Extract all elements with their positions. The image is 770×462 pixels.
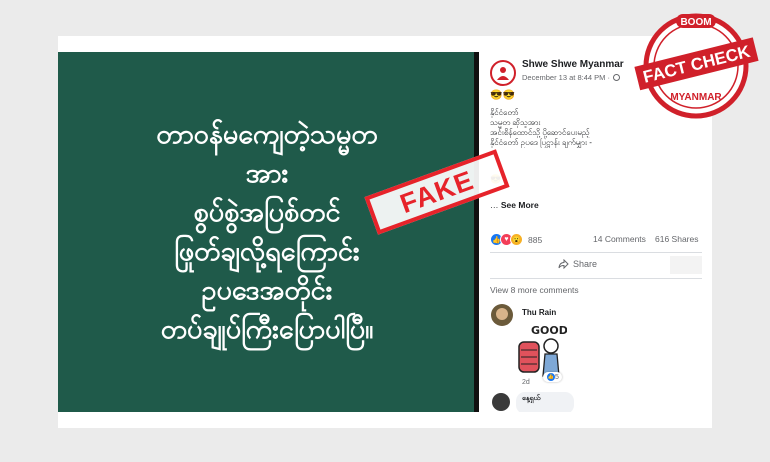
view-more-comments-link[interactable]: View 8 more comments [490,285,579,295]
post-date[interactable]: December 13 at 8:44 PM · [522,73,610,82]
commenter-avatar[interactable] [492,393,510,411]
see-more-link[interactable]: … See More [490,200,539,210]
share-button[interactable]: Share [558,259,597,269]
post-image-line-2: အား [245,158,289,189]
sticker-text: GOOD [531,324,567,337]
reaction-count: 885 [528,234,543,245]
avatar-face [496,308,508,320]
haha-reaction-icon: 😮 [510,233,523,246]
comments-count[interactable]: 14 Comments [593,234,646,244]
commenter-name[interactable]: Thu Rain [522,308,556,317]
post-image-line-1: တာဝန်မကျေတဲ့သမ္မတ [156,119,378,150]
globe-icon [612,74,620,81]
comment-bubble: နေ့ရှယ် [516,392,574,412]
post-image-line-4: ဖြုတ်ချလို့ရကြောင်း [174,236,360,267]
image-divider [474,52,479,412]
commenter-name[interactable]: နေ့ရှယ် [522,395,540,402]
post-image-line-3: စွပ်စွဲအပြစ်တင် [193,197,341,228]
boom-fact-check-badge: BOOM FACT CHECK MYANMAR [634,13,759,119]
page-name-link[interactable]: Shwe Shwe Myanmar [522,59,624,70]
divider [490,252,702,253]
commenter-avatar[interactable] [491,304,513,326]
badge-top-text: BOOM [680,17,711,28]
shares-count[interactable]: 616 Shares [655,234,698,244]
post-image-line-5: ဥပဒေအတိုင်း [201,275,333,306]
page-avatar[interactable] [490,60,516,86]
post-meta: December 13 at 8:44 PM · [522,73,620,82]
post-image: တာဝန်မကျေတဲ့သမ္မတ အား စွပ်စွဲအပြစ်တင် ဖြ… [58,52,476,412]
divider [490,278,702,279]
comment-time[interactable]: 2d [522,379,530,386]
share-arrow-icon [558,259,569,269]
see-more-label[interactable]: See More [501,200,539,210]
action-placeholder [670,256,702,274]
badge-bottom-text: MYANMAR [670,92,722,103]
reactions-summary[interactable]: 👍 ♥ 😮 885 [490,233,542,246]
post-emoji-top: 😎😎 [490,90,515,101]
person-icon [497,67,509,80]
share-label[interactable]: Share [573,259,597,269]
post-body-line: အင်းစိန်ထောင်သို့ ပို့ဆောင်ပေးမည့် [490,128,590,137]
post-image-line-6: တပ်ချုပ်ကြီးပြောပါပြီ။ [160,314,374,345]
post-body-line: နိုင်ငံတော် ဥပဒေ ပြဋ္ဌာန်း ချက်မျှား - [490,138,592,147]
sticker-like-badge[interactable]: 👍 5 [543,372,562,382]
sticker-like-count: 5 [555,373,559,381]
